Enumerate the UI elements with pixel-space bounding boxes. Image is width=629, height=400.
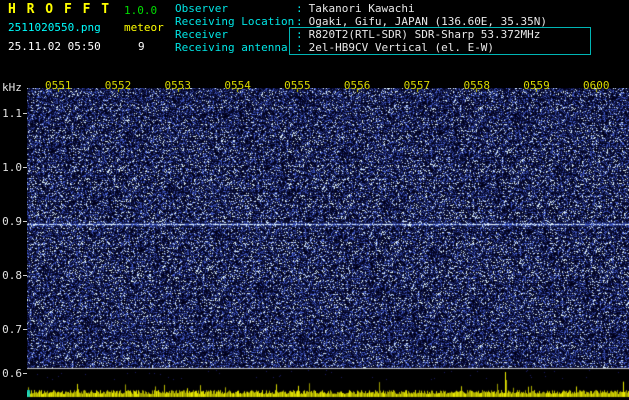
time-tick-label: 0557 [403, 79, 431, 92]
info-value: Takanori Kawachi [308, 2, 415, 15]
freq-tick-mark [23, 373, 27, 374]
time-tick-label: 0600 [583, 79, 610, 92]
time-tick-label: 0559 [523, 79, 550, 92]
info-label: Receiver [175, 28, 228, 41]
freq-tick-label: 1.1 [2, 107, 22, 120]
freq-tick-label: 0.8 [2, 269, 22, 282]
freq-tick-mark [23, 113, 27, 114]
app-version: 1.0.0 [124, 4, 158, 17]
info-label: Observer [175, 2, 228, 15]
receiver-highlight-box [289, 27, 591, 55]
time-tick-label: 0554 [224, 79, 251, 92]
freq-tick-label: 0.6 [2, 367, 22, 380]
info-row-observer: Observer: Takanori Kawachi [175, 2, 547, 15]
freq-tick-mark [23, 275, 27, 276]
time-tick-label: 0551 [45, 79, 72, 92]
mode-label: meteor [124, 21, 164, 34]
freq-tick-mark [23, 329, 27, 330]
freq-tick-mark [23, 167, 27, 168]
time-tick-label: 0553 [164, 79, 192, 92]
info-colon: : [296, 2, 303, 15]
freq-tick-label: 1.0 [2, 161, 22, 174]
freq-tick-label: 0.7 [2, 323, 22, 336]
hrofft-window: H R O F F T 1.0.0 2511020550.png meteor … [0, 0, 629, 400]
time-tick-label: 0555 [284, 79, 311, 92]
time-tick-label: 0552 [104, 79, 132, 92]
freq-tick-label: 0.9 [2, 215, 22, 228]
echo-counter: 9 [138, 40, 145, 53]
frequency-axis: 1.1 1.0 0.9 0.8 0.7 0.6 [0, 0, 27, 400]
spectrogram-canvas [27, 88, 629, 400]
time-axis: 0551 0552 0553 0554 0555 0556 0557 0558 0559 0600 [0, 79, 629, 92]
time-tick-label: 0558 [463, 79, 490, 92]
info-label: Receiving Location [175, 15, 295, 28]
info-label: Receiving antenna [175, 41, 288, 54]
freq-tick-mark [23, 221, 27, 222]
time-tick-label: 0556 [343, 79, 371, 92]
